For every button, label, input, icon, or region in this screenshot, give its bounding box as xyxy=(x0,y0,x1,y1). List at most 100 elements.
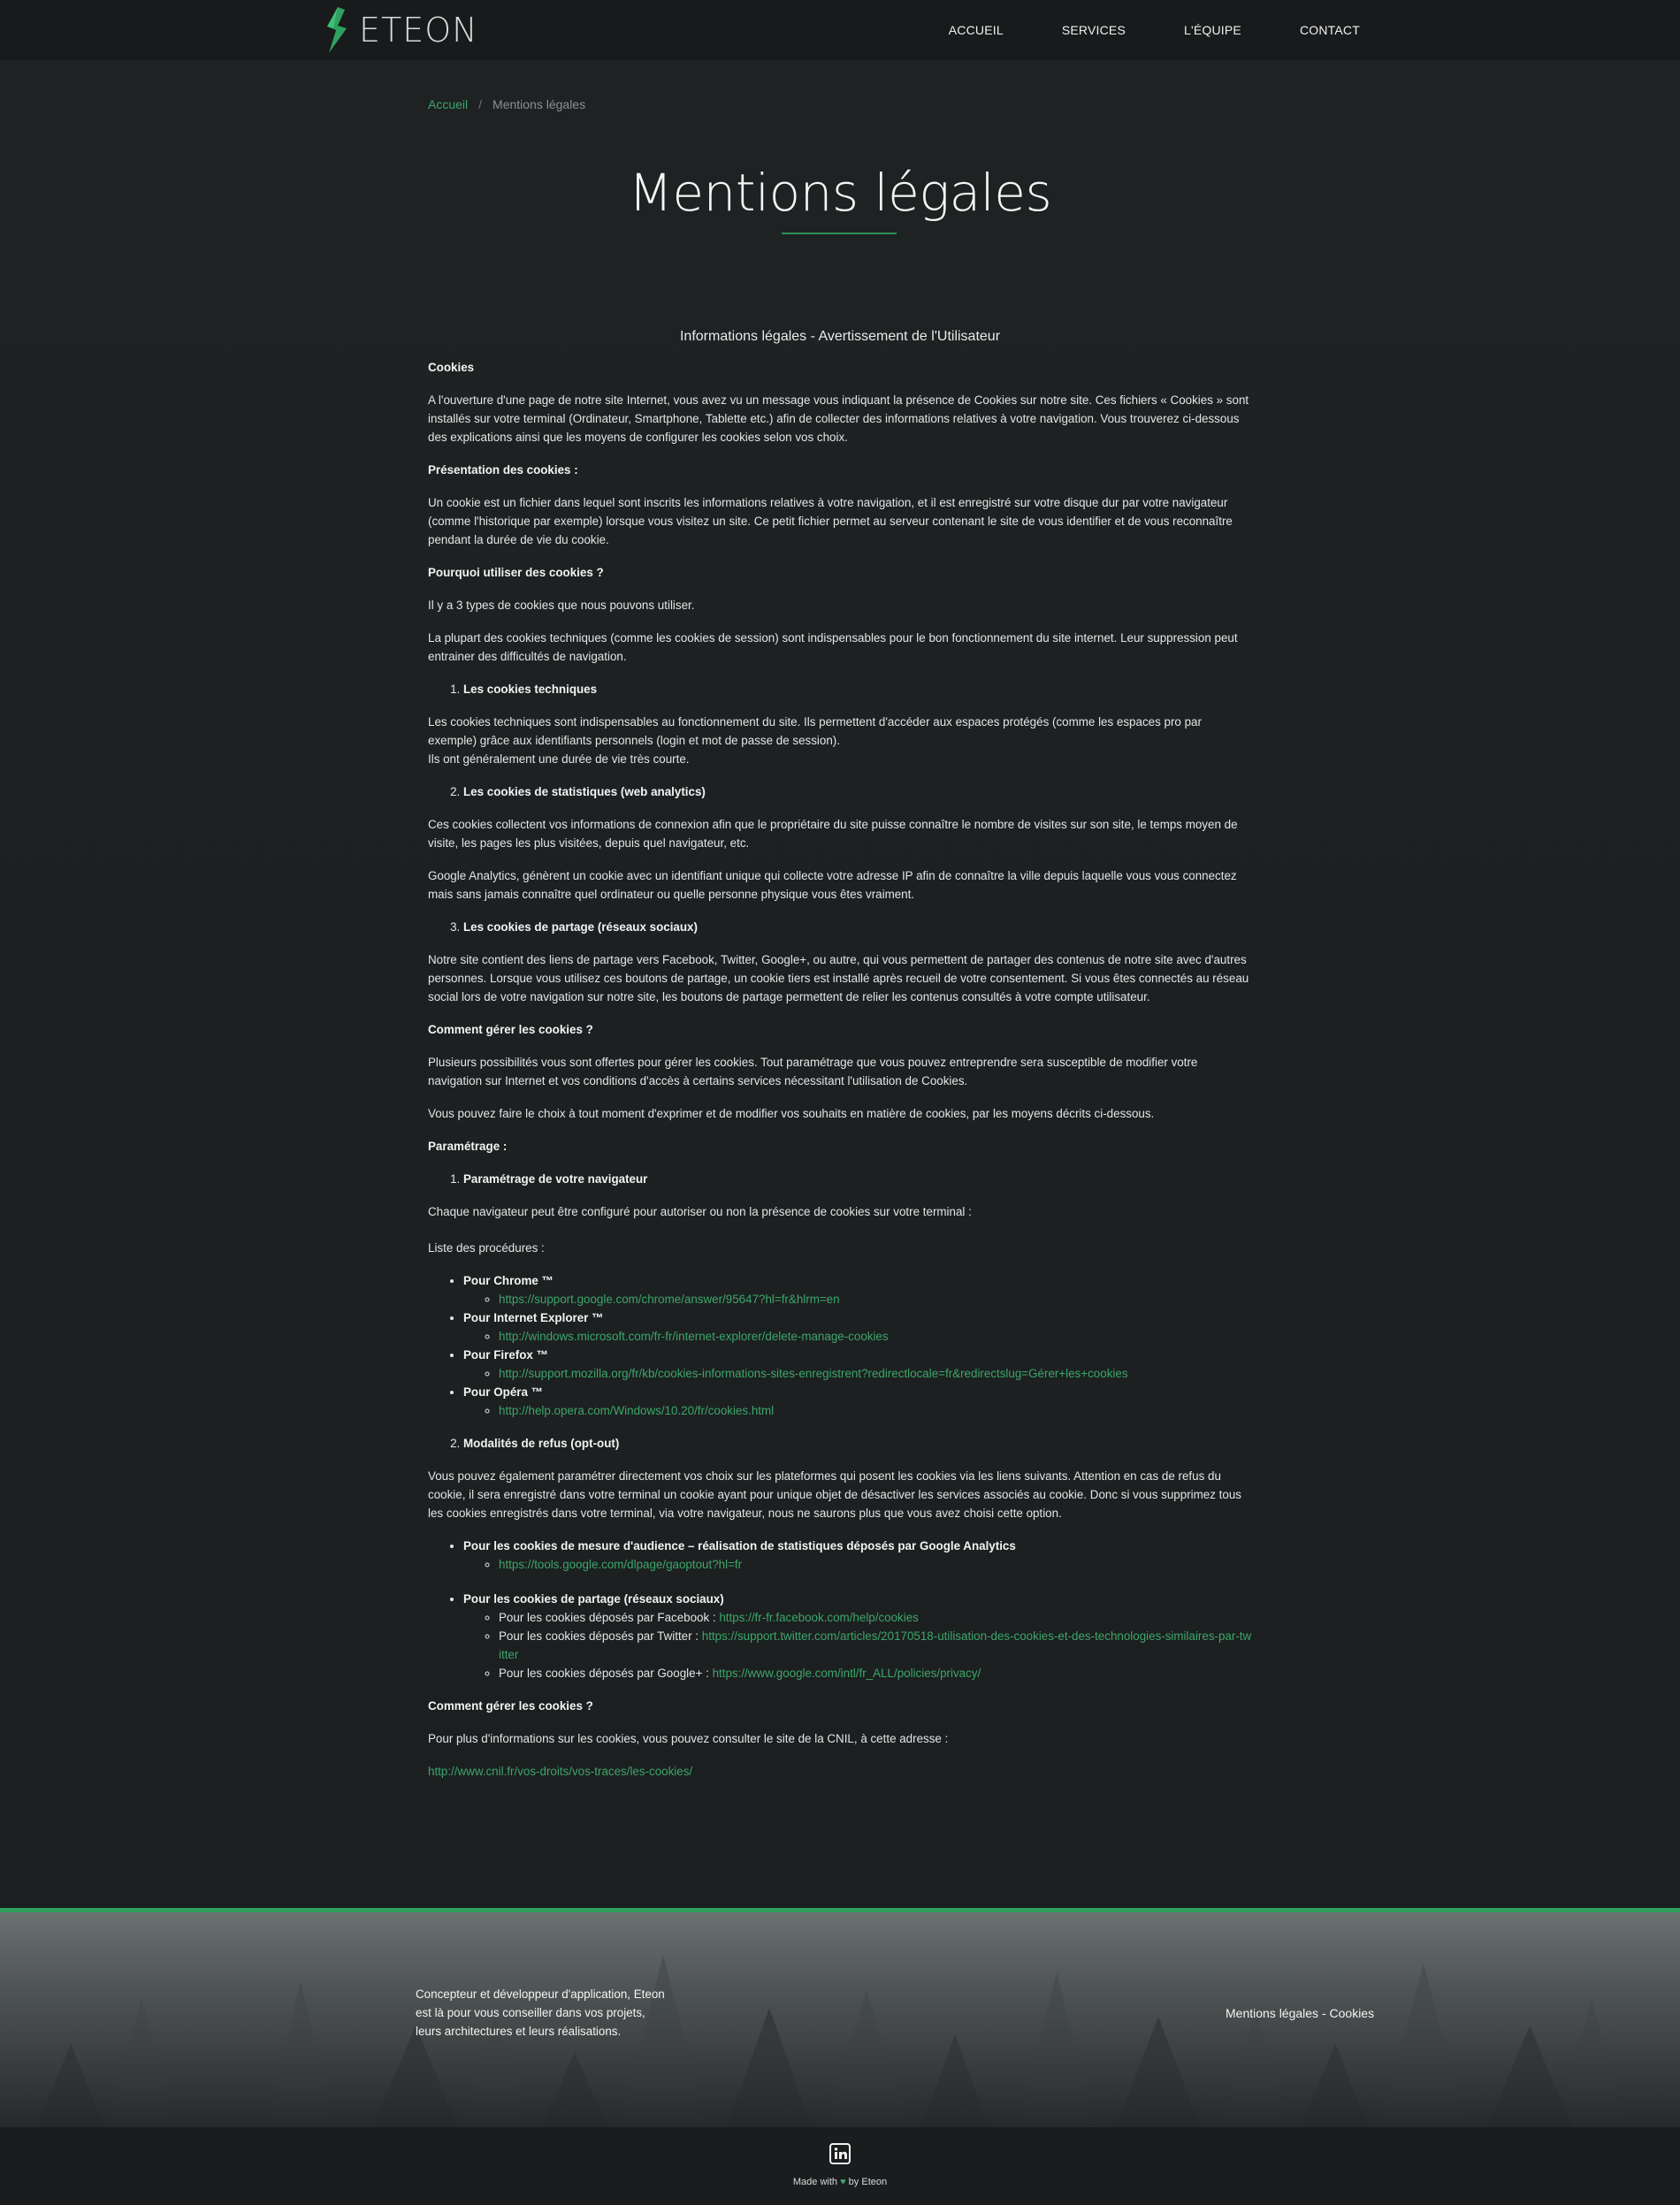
optout-item-title: Pour les cookies de partage (réseaux soc… xyxy=(463,1592,724,1606)
social-label: Pour les cookies déposés par Facebook : xyxy=(499,1611,720,1624)
brand-name: ETEON xyxy=(359,11,478,50)
cookie-type-item: Les cookies techniques xyxy=(463,680,1252,698)
optout-item-title: Pour les cookies de mesure d'audience – … xyxy=(463,1539,1016,1553)
linkedin-icon[interactable] xyxy=(829,2143,851,2164)
type3-paragraph: Notre site contient des liens de partage… xyxy=(428,953,1249,1003)
facebook-link[interactable]: https://fr-fr.facebook.com/help/cookies xyxy=(719,1611,919,1624)
social-item: Pour les cookies déposés par Google+ : h… xyxy=(499,1664,1252,1682)
settings-list-1: Paramétrage de votre navigateur xyxy=(428,1170,1252,1188)
firefox-link[interactable]: http://support.mozilla.org/fr/kb/cookies… xyxy=(499,1367,1128,1380)
browser-item: Pour Internet Explorer ™ http://windows.… xyxy=(463,1309,1252,1346)
presentation-paragraph: Un cookie est un fichier dans lequel son… xyxy=(428,496,1233,546)
browser-link-item: http://help.opera.com/Windows/10.20/fr/c… xyxy=(499,1401,1252,1420)
brand-logo[interactable]: ETEON xyxy=(325,7,478,53)
site-footer: Concepteur et développeur d'application,… xyxy=(0,1908,1680,2132)
why-paragraph-1: Il y a 3 types de cookies que nous pouvo… xyxy=(428,599,695,612)
breadcrumb-separator: / xyxy=(478,97,483,111)
section-heading-why: Pourquoi utiliser des cookies ? xyxy=(428,566,604,579)
settings-item-title: Paramétrage de votre navigateur xyxy=(463,1172,648,1186)
footer-link-separator: - xyxy=(1318,2006,1330,2020)
page-title: Mentions légales xyxy=(628,163,1052,223)
browser-link-item: http://windows.microsoft.com/fr-fr/inter… xyxy=(499,1327,1252,1346)
cookie-type-list-1: Les cookies techniques xyxy=(428,680,1252,698)
site-header: ETEON ACCUEIL SERVICES L'ÉQUIPE CONTACT xyxy=(0,0,1680,60)
section-heading-settings: Paramétrage : xyxy=(428,1140,508,1153)
section-heading-manage: Comment gérer les cookies ? xyxy=(428,1023,593,1036)
browser-item: Pour Opéra ™ http://help.opera.com/Windo… xyxy=(463,1383,1252,1420)
social-label: Pour les cookies déposés par Google+ : xyxy=(499,1667,713,1680)
main-content: Accueil / Mentions légales Mentions légale… xyxy=(0,60,1680,1908)
optout-paragraph: Vous pouvez également paramétrer directe… xyxy=(428,1469,1241,1520)
nav-accueil[interactable]: ACCUEIL xyxy=(949,23,1004,37)
social-item: Pour les cookies déposés par Twitter : h… xyxy=(499,1627,1252,1664)
section-heading-cnil: Comment gérer les cookies ? xyxy=(428,1699,593,1713)
optout-item: Pour les cookies de mesure d'audience – … xyxy=(463,1537,1252,1574)
why-paragraph-2: La plupart des cookies techniques (comme… xyxy=(428,631,1238,663)
manage-paragraph-2: Vous pouvez faire le choix à tout moment… xyxy=(428,1107,1155,1120)
chrome-link[interactable]: https://support.google.com/chrome/answer… xyxy=(499,1293,840,1306)
type1-text-b: Ils ont généralement une durée de vie tr… xyxy=(428,752,690,766)
breadcrumb-current: Mentions légales xyxy=(493,97,586,111)
analytics-optout-link[interactable]: https://tools.google.com/dlpage/gaoptout… xyxy=(499,1558,742,1571)
optout-link-item: https://tools.google.com/dlpage/gaoptout… xyxy=(499,1555,1252,1574)
browser-name: Pour Opéra ™ xyxy=(463,1385,544,1399)
legal-article: Informations légales - Avertissement de … xyxy=(428,327,1252,1795)
made-with-suffix: by Eteon xyxy=(845,2177,888,2187)
footer-cookies-link[interactable]: Cookies xyxy=(1330,2006,1375,2020)
cookie-type-title: Les cookies techniques xyxy=(463,683,598,696)
optout-item: Pour les cookies de partage (réseaux soc… xyxy=(463,1590,1252,1682)
browser-item: Pour Chrome ™ https://support.google.com… xyxy=(463,1271,1252,1309)
social-label: Pour les cookies déposés par Twitter : xyxy=(499,1629,702,1643)
browser-name: Pour Internet Explorer ™ xyxy=(463,1311,604,1324)
eteon-logo-icon xyxy=(327,7,347,53)
nav-services[interactable]: SERVICES xyxy=(1062,23,1126,37)
cookie-type-list-2: Les cookies de statistiques (web analyti… xyxy=(428,782,1252,801)
forest-background xyxy=(0,1919,1680,2132)
type2-paragraph-1: Ces cookies collectent vos informations … xyxy=(428,818,1238,850)
breadcrumb-home[interactable]: Accueil xyxy=(428,97,468,111)
type1-paragraph: Les cookies techniques sont indispensabl… xyxy=(428,713,1252,768)
cookie-type-item: Les cookies de partage (réseaux sociaux) xyxy=(463,918,1252,936)
intro-paragraph: A l'ouverture d'une page de notre site I… xyxy=(428,393,1249,444)
nav-contact[interactable]: CONTACT xyxy=(1300,23,1360,37)
settings-item: Paramétrage de votre navigateur xyxy=(463,1170,1252,1188)
settings-item-title: Modalités de refus (opt-out) xyxy=(463,1437,620,1450)
cookie-type-title: Les cookies de statistiques (web analyti… xyxy=(463,785,706,798)
browser-paragraph: Chaque navigateur peut être configuré po… xyxy=(428,1205,972,1218)
google-link[interactable]: https://www.google.com/intl/fr_ALL/polic… xyxy=(713,1667,981,1680)
footer-legal-link[interactable]: Mentions légales xyxy=(1226,2006,1318,2020)
social-item: Pour les cookies déposés par Facebook : … xyxy=(499,1608,1252,1627)
optout-list-analytics: Pour les cookies de mesure d'audience – … xyxy=(428,1537,1252,1574)
section-heading-presentation: Présentation des cookies : xyxy=(428,463,578,477)
cookie-type-list-3: Les cookies de partage (réseaux sociaux) xyxy=(428,918,1252,936)
cookie-type-title: Les cookies de partage (réseaux sociaux) xyxy=(463,920,698,934)
main-nav: ACCUEIL SERVICES L'ÉQUIPE CONTACT xyxy=(890,0,1360,60)
footer-about: Concepteur et développeur d'application,… xyxy=(416,1988,665,2038)
settings-item: Modalités de refus (opt-out) xyxy=(463,1434,1252,1453)
opera-link[interactable]: http://help.opera.com/Windows/10.20/fr/c… xyxy=(499,1404,774,1417)
cnil-paragraph: Pour plus d'informations sur les cookies… xyxy=(428,1732,949,1745)
section-heading-cookies: Cookies xyxy=(428,361,475,374)
settings-list-2: Modalités de refus (opt-out) xyxy=(428,1434,1252,1453)
breadcrumb: Accueil / Mentions légales xyxy=(428,97,585,111)
browser-link-item: https://support.google.com/chrome/answer… xyxy=(499,1290,1252,1309)
made-with-prefix: Made with xyxy=(792,2177,841,2187)
browser-item: Pour Firefox ™ http://support.mozilla.or… xyxy=(463,1346,1252,1383)
browser-link-item: http://support.mozilla.org/fr/kb/cookies… xyxy=(499,1364,1252,1383)
cnil-link[interactable]: http://www.cnil.fr/vos-droits/vos-traces… xyxy=(428,1765,692,1778)
type1-text-a: Les cookies techniques sont indispensabl… xyxy=(428,715,1202,747)
ie-link[interactable]: http://windows.microsoft.com/fr-fr/inter… xyxy=(499,1330,889,1343)
procedures-label: Liste des procédures : xyxy=(428,1241,545,1255)
optout-list-social: Pour les cookies de partage (réseaux soc… xyxy=(428,1590,1252,1682)
type2-paragraph-2: Google Analytics, génèrent un cookie ave… xyxy=(428,869,1237,901)
title-underline xyxy=(782,233,897,234)
cnil-link-paragraph: http://www.cnil.fr/vos-droits/vos-traces… xyxy=(428,1762,1252,1781)
article-subtitle: Informations légales - Avertissement de … xyxy=(679,329,1001,344)
browser-name: Pour Firefox ™ xyxy=(463,1348,548,1362)
manage-paragraph-1: Plusieurs possibilités vous sont offerte… xyxy=(428,1056,1198,1087)
footer-links: Mentions légales - Cookies xyxy=(1226,2006,1374,2020)
browser-list: Pour Chrome ™ https://support.google.com… xyxy=(428,1271,1252,1420)
browser-name: Pour Chrome ™ xyxy=(463,1274,554,1287)
made-with-credit: Made with ♥ by Eteon xyxy=(0,2177,1680,2187)
nav-equipe[interactable]: L'ÉQUIPE xyxy=(1184,23,1241,37)
